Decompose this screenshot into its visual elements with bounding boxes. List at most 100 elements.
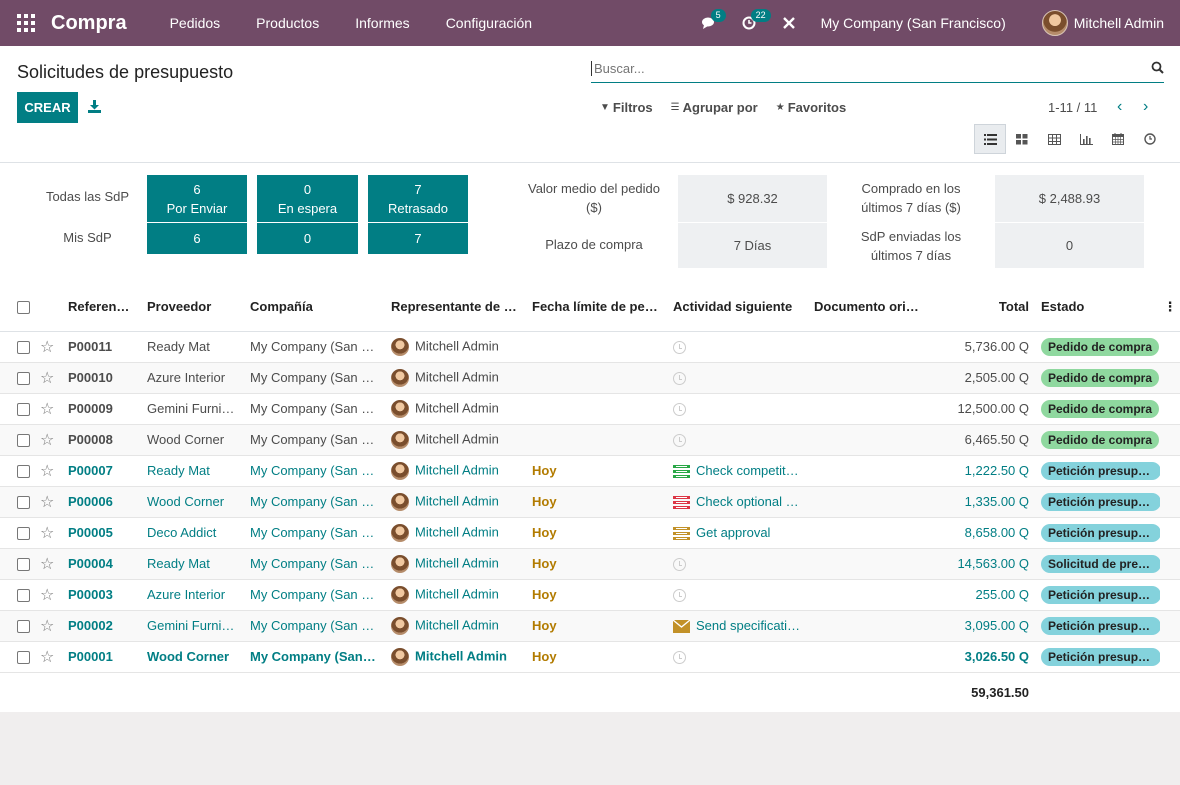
menu-informes[interactable]: Informes: [337, 15, 427, 31]
favorite-star-icon[interactable]: ☆: [40, 331, 62, 363]
favorite-star-icon[interactable]: ☆: [40, 517, 62, 549]
activity-view-button[interactable]: [1134, 124, 1166, 154]
table-row[interactable]: ☆ P00007 Ready Mat My Company (San Fr… Mitch…: [0, 455, 1180, 487]
app-brand[interactable]: Compra: [51, 12, 127, 35]
calendar-view-button[interactable]: [1102, 124, 1134, 154]
table-row[interactable]: ☆ P00001 Wood Corner My Company (San Fr… Mit…: [0, 641, 1180, 673]
col-status[interactable]: Estado: [1035, 283, 1160, 332]
col-vendor[interactable]: Proveedor: [141, 283, 244, 332]
download-icon[interactable]: [88, 100, 101, 113]
row-vendor: Gemini Furnitu…: [141, 610, 244, 642]
table-row[interactable]: ☆ P00005 Deco Addict My Company (San Fr… Mit…: [0, 517, 1180, 549]
tile-all-waiting[interactable]: 0 En espera: [257, 175, 358, 222]
activities-button[interactable]: 22: [729, 0, 771, 46]
row-next-activity[interactable]: [667, 362, 808, 394]
pager-previous-icon[interactable]: ‹: [1117, 98, 1122, 116]
sent-7-days-label: SdP enviadas los últimos 7 días: [860, 229, 962, 263]
row-checkbox[interactable]: [0, 362, 40, 394]
row-checkbox[interactable]: [0, 610, 40, 642]
tile-my-waiting[interactable]: 0: [257, 223, 358, 254]
row-total: 5,736.00 Q: [930, 331, 1035, 363]
favorite-star-icon[interactable]: ☆: [40, 393, 62, 425]
favorite-star-icon[interactable]: ☆: [40, 455, 62, 487]
apps-grid-icon[interactable]: [17, 14, 35, 32]
debug-tools-button[interactable]: [769, 0, 809, 46]
row-checkbox[interactable]: [0, 455, 40, 487]
group-by-dropdown[interactable]: ☰ Agrupar por: [671, 100, 758, 115]
graph-view-button[interactable]: [1070, 124, 1102, 154]
menu-pedidos[interactable]: Pedidos: [152, 15, 239, 31]
pager-next-icon[interactable]: ›: [1143, 98, 1148, 116]
row-checkbox[interactable]: [0, 548, 40, 580]
user-avatar[interactable]: [1041, 10, 1068, 36]
favorite-star-icon[interactable]: ☆: [40, 610, 62, 642]
tile-all-to-send[interactable]: 6 Por Enviar: [147, 175, 247, 222]
user-menu[interactable]: Mitchell Admin: [1074, 15, 1164, 31]
pivot-view-button[interactable]: [1038, 124, 1070, 154]
table-row[interactable]: ☆ P00003 Azure Interior My Company (San Fr……: [0, 579, 1180, 611]
col-company[interactable]: Compañía: [244, 283, 385, 332]
favorite-star-icon[interactable]: ☆: [40, 424, 62, 456]
tile-all-late[interactable]: 7 Retrasado: [368, 175, 468, 222]
row-next-activity[interactable]: [667, 331, 808, 363]
menu-productos[interactable]: Productos: [238, 15, 337, 31]
favorite-star-icon[interactable]: ☆: [40, 548, 62, 580]
favorite-star-icon[interactable]: ☆: [40, 486, 62, 518]
row-next-activity[interactable]: Check optional p…: [667, 486, 808, 518]
select-all-checkbox[interactable]: [0, 283, 40, 332]
row-checkbox[interactable]: [0, 424, 40, 456]
menu-configuracion[interactable]: Configuración: [428, 15, 550, 31]
pager-value[interactable]: 1-11 / 11: [1048, 100, 1097, 115]
bought-7-days-value: $ 2,488.93: [995, 175, 1144, 222]
create-button[interactable]: CREAR: [17, 92, 78, 123]
table-row[interactable]: ☆ P00002 Gemini Furnitu… My Company (San Fr…: [0, 610, 1180, 642]
filters-dropdown[interactable]: ▼ Filtros: [600, 100, 653, 115]
row-next-activity[interactable]: [667, 641, 808, 673]
row-next-activity[interactable]: Send specificati…: [667, 610, 808, 642]
row-source-document: [808, 548, 930, 580]
row-next-activity[interactable]: Get approval: [667, 517, 808, 549]
rfq-list: Referenc… Proveedor Compañía Representan…: [0, 283, 1180, 712]
column-options-icon[interactable]: ⋮: [1160, 283, 1180, 332]
row-next-activity[interactable]: [667, 548, 808, 580]
col-total[interactable]: Total: [930, 283, 1035, 332]
table-row[interactable]: ☆ P00010 Azure Interior My Company (San Fr……: [0, 362, 1180, 394]
row-deadline: Hoy: [526, 486, 667, 518]
favorite-star-icon[interactable]: ☆: [40, 579, 62, 611]
row-checkbox[interactable]: [0, 486, 40, 518]
messages-button[interactable]: 5: [689, 0, 729, 46]
favorites-dropdown[interactable]: ★ Favoritos: [776, 100, 846, 115]
row-next-activity[interactable]: Check competito…: [667, 455, 808, 487]
list-view-button[interactable]: [974, 124, 1006, 154]
search-input[interactable]: [591, 61, 1131, 76]
row-checkbox[interactable]: [0, 393, 40, 425]
row-total: 2,505.00 Q: [930, 362, 1035, 394]
tile-my-late[interactable]: 7: [368, 223, 468, 254]
row-company: My Company (San Fr…: [244, 517, 385, 549]
table-row[interactable]: ☆ P00011 Ready Mat My Company (San Fr… Mitch…: [0, 331, 1180, 363]
my-rfq-label: Mis SdP: [63, 230, 112, 245]
favorite-star-icon[interactable]: ☆: [40, 362, 62, 394]
row-next-activity[interactable]: [667, 579, 808, 611]
table-row[interactable]: ☆ P00008 Wood Corner My Company (San Fr… Mit…: [0, 424, 1180, 456]
col-source-document[interactable]: Documento orig…: [808, 283, 930, 332]
col-reference[interactable]: Referenc…: [62, 283, 141, 332]
row-vendor: Wood Corner: [141, 486, 244, 518]
kanban-view-button[interactable]: [1006, 124, 1038, 154]
row-checkbox[interactable]: [0, 641, 40, 673]
table-row[interactable]: ☆ P00009 Gemini Furnitu… My Company (San Fr…: [0, 393, 1180, 425]
table-row[interactable]: ☆ P00004 Ready Mat My Company (San Fr… Mitch…: [0, 548, 1180, 580]
row-checkbox[interactable]: [0, 517, 40, 549]
row-checkbox[interactable]: [0, 331, 40, 363]
col-next-activity[interactable]: Actividad siguiente: [667, 283, 808, 332]
row-next-activity[interactable]: [667, 393, 808, 425]
col-deadline[interactable]: Fecha límite de ped…: [526, 283, 667, 332]
favorite-star-icon[interactable]: ☆: [40, 641, 62, 673]
table-row[interactable]: ☆ P00006 Wood Corner My Company (San Fr… Mit…: [0, 486, 1180, 518]
search-icon[interactable]: [1151, 61, 1164, 74]
col-representative[interactable]: Representante de C…: [385, 283, 526, 332]
row-next-activity[interactable]: [667, 424, 808, 456]
row-checkbox[interactable]: [0, 579, 40, 611]
company-switcher[interactable]: My Company (San Francisco): [821, 15, 1006, 31]
tile-my-to-send[interactable]: 6: [147, 223, 247, 254]
